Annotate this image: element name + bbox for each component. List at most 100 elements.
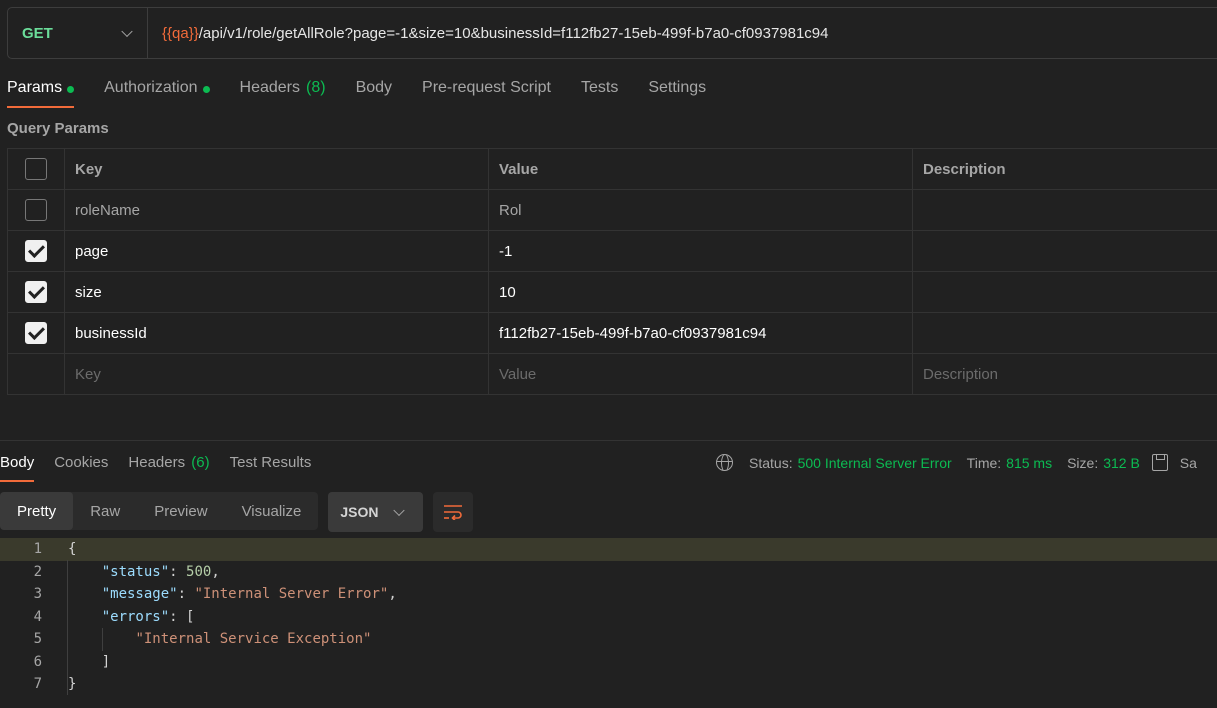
tab-cookies[interactable]: Cookies: [54, 452, 108, 482]
code-text: {: [68, 541, 77, 558]
param-checkbox[interactable]: [25, 322, 47, 344]
param-value[interactable]: 10: [489, 272, 913, 312]
tab-label: Headers: [239, 79, 300, 96]
new-description-input[interactable]: Description: [913, 354, 1217, 394]
view-preview-button[interactable]: Preview: [137, 492, 224, 530]
headers-count: (8): [306, 79, 326, 96]
new-key-input[interactable]: Key: [65, 354, 489, 394]
url-input[interactable]: {{qa}}/api/v1/role/getAllRole?page=-1&si…: [148, 25, 829, 42]
tab-authorization[interactable]: Authorization: [104, 76, 210, 108]
indent-guide: [67, 560, 68, 695]
param-description[interactable]: [913, 272, 1217, 312]
table-row: size 10: [7, 272, 1217, 313]
header-value: Value: [489, 149, 913, 189]
check-cell: [7, 354, 65, 394]
active-dot-icon: [202, 86, 210, 93]
param-checkbox[interactable]: [25, 240, 47, 262]
code-line: 5 "Internal Service Exception": [0, 628, 1217, 651]
table-row: page -1: [7, 231, 1217, 272]
param-key[interactable]: page: [65, 231, 489, 271]
indent-guide: [102, 628, 103, 651]
param-value[interactable]: f112fb27-15eb-499f-b7a0-cf0937981c94: [489, 313, 913, 353]
line-number: 2: [33, 563, 42, 580]
format-value: JSON: [340, 504, 379, 520]
table-header: Key Value Description: [7, 149, 1217, 190]
tab-test-results[interactable]: Test Results: [230, 452, 312, 482]
tab-response-body[interactable]: Body: [0, 452, 35, 482]
line-number: 3: [33, 586, 42, 603]
tab-settings[interactable]: Settings: [648, 76, 706, 108]
select-all-checkbox[interactable]: [25, 158, 47, 180]
code-text: "status": 500,: [101, 563, 220, 580]
code-text: }: [68, 676, 77, 693]
code-text: "errors": [: [101, 608, 195, 625]
size-value[interactable]: 312 B: [1103, 455, 1140, 471]
param-value[interactable]: -1: [489, 231, 913, 271]
view-mode-switcher: Pretty Raw Preview Visualize: [0, 492, 319, 530]
param-key[interactable]: businessId: [65, 313, 489, 353]
tab-label: Headers: [128, 454, 186, 471]
header-check-cell: [7, 149, 65, 189]
response-status-bar: Status: 500 Internal Server Error Time: …: [716, 454, 1197, 471]
save-response-button[interactable]: Sa: [1180, 455, 1197, 471]
table-row: roleName Rol: [7, 190, 1217, 231]
param-description[interactable]: [913, 313, 1217, 353]
header-description: Description: [923, 160, 1006, 178]
code-line: 3 "message": "Internal Server Error",: [0, 583, 1217, 606]
code-line: 2 "status": 500,: [0, 561, 1217, 584]
new-value-input[interactable]: Value: [489, 354, 913, 394]
code-text: "message": "Internal Server Error",: [101, 586, 397, 603]
tab-tests[interactable]: Tests: [581, 76, 618, 108]
param-checkbox[interactable]: [25, 199, 47, 221]
tab-label: Settings: [648, 79, 707, 96]
code-text: ]: [101, 653, 111, 670]
wrap-lines-icon: [444, 505, 463, 520]
line-number: 4: [33, 608, 42, 625]
tab-pre-request-script[interactable]: Pre-request Script: [422, 76, 551, 108]
response-tabs: Body Cookies Headers (6) Test Results: [0, 452, 331, 482]
header-key: Key: [65, 149, 489, 189]
code-line: 1 {: [0, 538, 1217, 561]
table-row: businessId f112fb27-15eb-499f-b7a0-cf093…: [7, 313, 1217, 354]
request-tabs: Params Authorization Headers (8) Body Pre…: [7, 76, 736, 108]
tab-response-headers[interactable]: Headers (6): [128, 452, 209, 482]
param-checkbox[interactable]: [25, 281, 47, 303]
tab-label: Authorization: [104, 79, 198, 96]
param-value[interactable]: Rol: [489, 190, 913, 230]
format-select[interactable]: JSON: [328, 492, 424, 532]
param-key[interactable]: roleName: [65, 190, 489, 230]
section-title: Query Params: [7, 120, 109, 137]
method-select[interactable]: GET: [8, 8, 148, 58]
status-label: Status:: [749, 454, 793, 471]
response-divider[interactable]: [0, 440, 1217, 441]
code-line: 4 "errors": [: [0, 606, 1217, 629]
param-description[interactable]: [913, 190, 1217, 230]
response-view-controls: Pretty Raw Preview Visualize JSON: [0, 492, 474, 533]
method-label: GET: [22, 24, 53, 42]
globe-icon[interactable]: [716, 454, 733, 471]
view-visualize-button[interactable]: Visualize: [225, 492, 319, 530]
tab-body[interactable]: Body: [356, 76, 392, 108]
line-number: 6: [33, 653, 42, 670]
save-icon[interactable]: [1151, 454, 1168, 471]
chevron-down-icon: [121, 25, 133, 38]
view-pretty-button[interactable]: Pretty: [0, 492, 74, 530]
active-dot-icon: [67, 86, 75, 93]
url-variable: {{qa}}: [162, 24, 199, 42]
check-cell: [7, 190, 65, 230]
wrap-lines-button[interactable]: [433, 492, 474, 532]
view-raw-button[interactable]: Raw: [73, 492, 137, 530]
line-number: 7: [33, 676, 42, 693]
code-line: 7 }: [0, 673, 1217, 696]
code-line: 6 ]: [0, 651, 1217, 674]
check-cell: [7, 313, 65, 353]
tab-headers[interactable]: Headers (8): [240, 76, 326, 108]
table-row-new: Key Value Description: [7, 354, 1217, 395]
tab-label: Body: [355, 79, 393, 96]
status-value[interactable]: 500 Internal Server Error: [798, 455, 952, 471]
param-description[interactable]: [913, 231, 1217, 271]
param-key[interactable]: size: [65, 272, 489, 312]
time-value[interactable]: 815 ms: [1006, 455, 1052, 471]
tab-params[interactable]: Params: [7, 76, 75, 108]
response-body-editor[interactable]: 1 { 2 "status": 500, 3 "message": "Inter…: [0, 538, 1217, 696]
